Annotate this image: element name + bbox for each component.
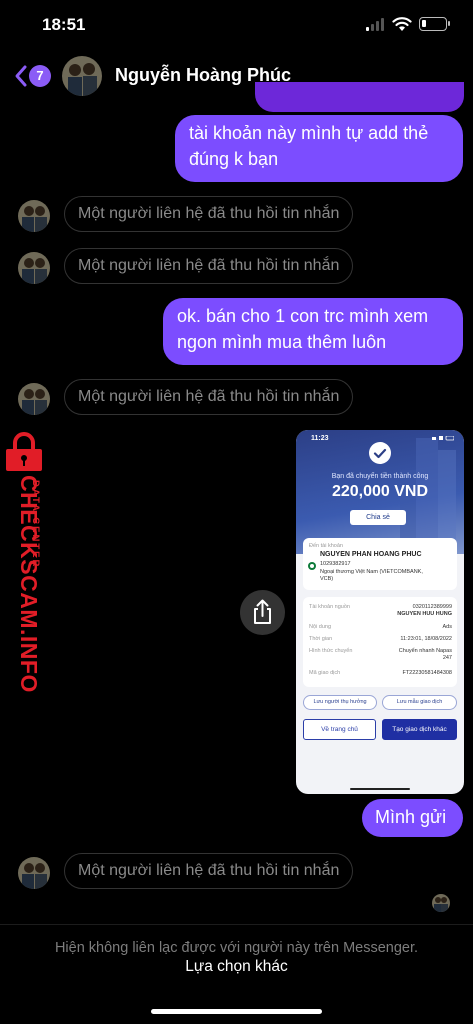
status-time: 18:51 [42, 15, 86, 34]
receipt-hero: 11:23 Bạn đã chuyển tiền thành công 220,… [296, 430, 464, 554]
time-value: 11:23:01, 18/08/2022 [400, 636, 452, 642]
txn-label: Mã giao dịch [309, 670, 341, 676]
signal-icon [366, 18, 386, 31]
source-label: Tài khoản nguồn [309, 604, 350, 610]
bank-logo-icon [308, 562, 316, 570]
recipient-label: Đến tài khoản [309, 543, 343, 549]
message-bubble-outgoing[interactable]: ok. bán cho 1 con trc mình xem ngon mình… [163, 298, 463, 365]
retracted-message[interactable]: Một người liên hệ đã thu hồi tin nhắn [64, 196, 354, 232]
new-transaction-label: Tạo giao dịch khác [392, 726, 447, 733]
message-text-line: đúng k bạn [189, 149, 279, 169]
retracted-message[interactable]: Một người liên hệ đã thu hồi tin nhắn [64, 853, 354, 889]
source-name: NGUYEN HUU HUNG [397, 611, 452, 617]
message-text-line: ngon mình mua thêm luôn [177, 332, 387, 352]
content-value: Ads [442, 624, 452, 630]
share-icon [254, 599, 271, 624]
message-text: Mình gửi [375, 807, 447, 827]
save-beneficiary-button: Lưu người thụ hưởng [303, 695, 377, 710]
sender-avatar[interactable] [18, 252, 50, 284]
receipt-status-time: 11:23 [311, 435, 329, 442]
footer-divider [0, 924, 473, 925]
battery-icon [419, 17, 450, 31]
content-label: Nội dung [309, 624, 332, 630]
new-transaction-button: Tạo giao dịch khác [382, 719, 457, 740]
home-button-label: Về trang chủ [321, 726, 358, 733]
recipient-name: NGUYEN PHAN HOANG PHUC [320, 551, 422, 558]
recipient-card: Đến tài khoản NGUYEN PHAN HOANG PHUC 102… [303, 538, 457, 590]
home-button: Về trang chủ [303, 719, 376, 740]
message-bubble-partial[interactable] [255, 82, 464, 112]
sender-avatar[interactable] [18, 857, 50, 889]
retracted-message[interactable]: Một người liên hệ đã thu hồi tin nhắn [64, 248, 354, 284]
message-bubble-outgoing[interactable]: tài khoản này mình tự add thẻ đúng k bạn [175, 115, 463, 182]
lock-icon [6, 432, 42, 471]
receipt-status-icons [432, 436, 454, 441]
recipient-bank: VCB) [320, 576, 334, 582]
wifi-icon [392, 17, 412, 31]
source-account: 0320112389999 [412, 604, 452, 610]
save-template-label: Lưu mẫu giao dịch [396, 699, 443, 705]
success-text: Bạn đã chuyển tiền thành công [331, 473, 429, 480]
receipt-share-label: Chia sẻ [366, 514, 390, 521]
back-chevron-icon[interactable] [12, 64, 30, 88]
txn-value: FT22230581484308 [402, 670, 452, 676]
method-value: Chuyển nhanh Napas [398, 648, 452, 654]
home-indicator [151, 1009, 322, 1014]
transfer-receipt-image[interactable]: 11:23 Bạn đã chuyển tiền thành công 220,… [296, 430, 464, 794]
recipient-account: 1029382917 [320, 561, 351, 567]
save-template-button: Lưu mẫu giao dịch [382, 695, 457, 710]
unavailable-notice: Hiện không liên lạc được với người này t… [54, 940, 419, 956]
status-bar: 18:51 [0, 0, 473, 50]
receipt-share-button: Chia sẻ [350, 510, 406, 525]
receipt-home-indicator [350, 788, 410, 790]
recipient-bank: Ngoại thương Việt Nam (VIETCOMBANK, [320, 569, 423, 575]
save-beneficiary-label: Lưu người thụ hưởng [313, 699, 367, 705]
time-label: Thời gian [309, 636, 333, 642]
method-label: Hình thức chuyển [309, 648, 353, 654]
battery-level [422, 20, 426, 27]
retracted-message[interactable]: Một người liên hệ đã thu hồi tin nhắn [64, 379, 354, 415]
unread-badge[interactable]: 7 [29, 65, 51, 87]
message-text-line: ok. bán cho 1 con trc mình xem [177, 306, 429, 326]
message-text-line: tài khoản này mình tự add thẻ [189, 123, 429, 143]
read-receipt-avatar [432, 894, 450, 912]
transfer-details-card: Tài khoản nguồn 0320112389999 NGUYEN HUU… [303, 597, 457, 687]
share-button[interactable] [240, 590, 285, 635]
sender-avatar[interactable] [18, 383, 50, 415]
sender-avatar[interactable] [18, 200, 50, 232]
message-bubble-outgoing[interactable]: Mình gửi [362, 799, 463, 837]
contact-avatar[interactable] [62, 56, 102, 96]
watermark-subtext: DATA CENTER [30, 480, 41, 569]
other-options-button[interactable]: Lựa chọn khác [0, 958, 473, 976]
check-icon [369, 442, 391, 464]
method-value: 247 [442, 655, 452, 661]
transfer-amount: 220,000 VND [331, 483, 429, 500]
